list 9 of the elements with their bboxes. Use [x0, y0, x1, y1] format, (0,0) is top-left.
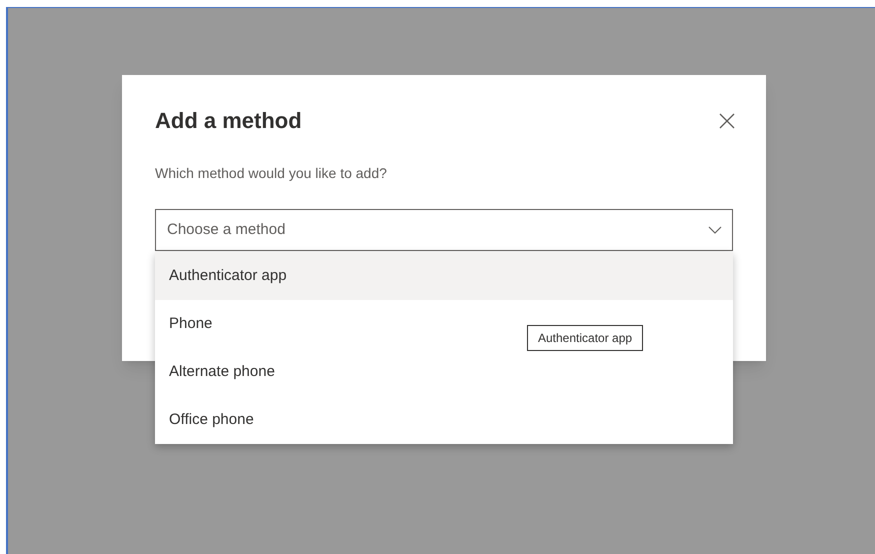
menu-option[interactable]: Authenticator app: [155, 252, 733, 300]
dialog-title: Add a method: [155, 107, 302, 135]
tooltip: Authenticator app: [527, 325, 644, 351]
menu-option[interactable]: Office phone: [155, 396, 733, 444]
method-dropdown[interactable]: Choose a method: [155, 209, 733, 251]
menu-option[interactable]: Alternate phone: [155, 348, 733, 396]
close-icon: [719, 112, 735, 128]
chevron-down-icon: [708, 226, 722, 234]
question-text: Which method would you like to add?: [155, 164, 388, 183]
